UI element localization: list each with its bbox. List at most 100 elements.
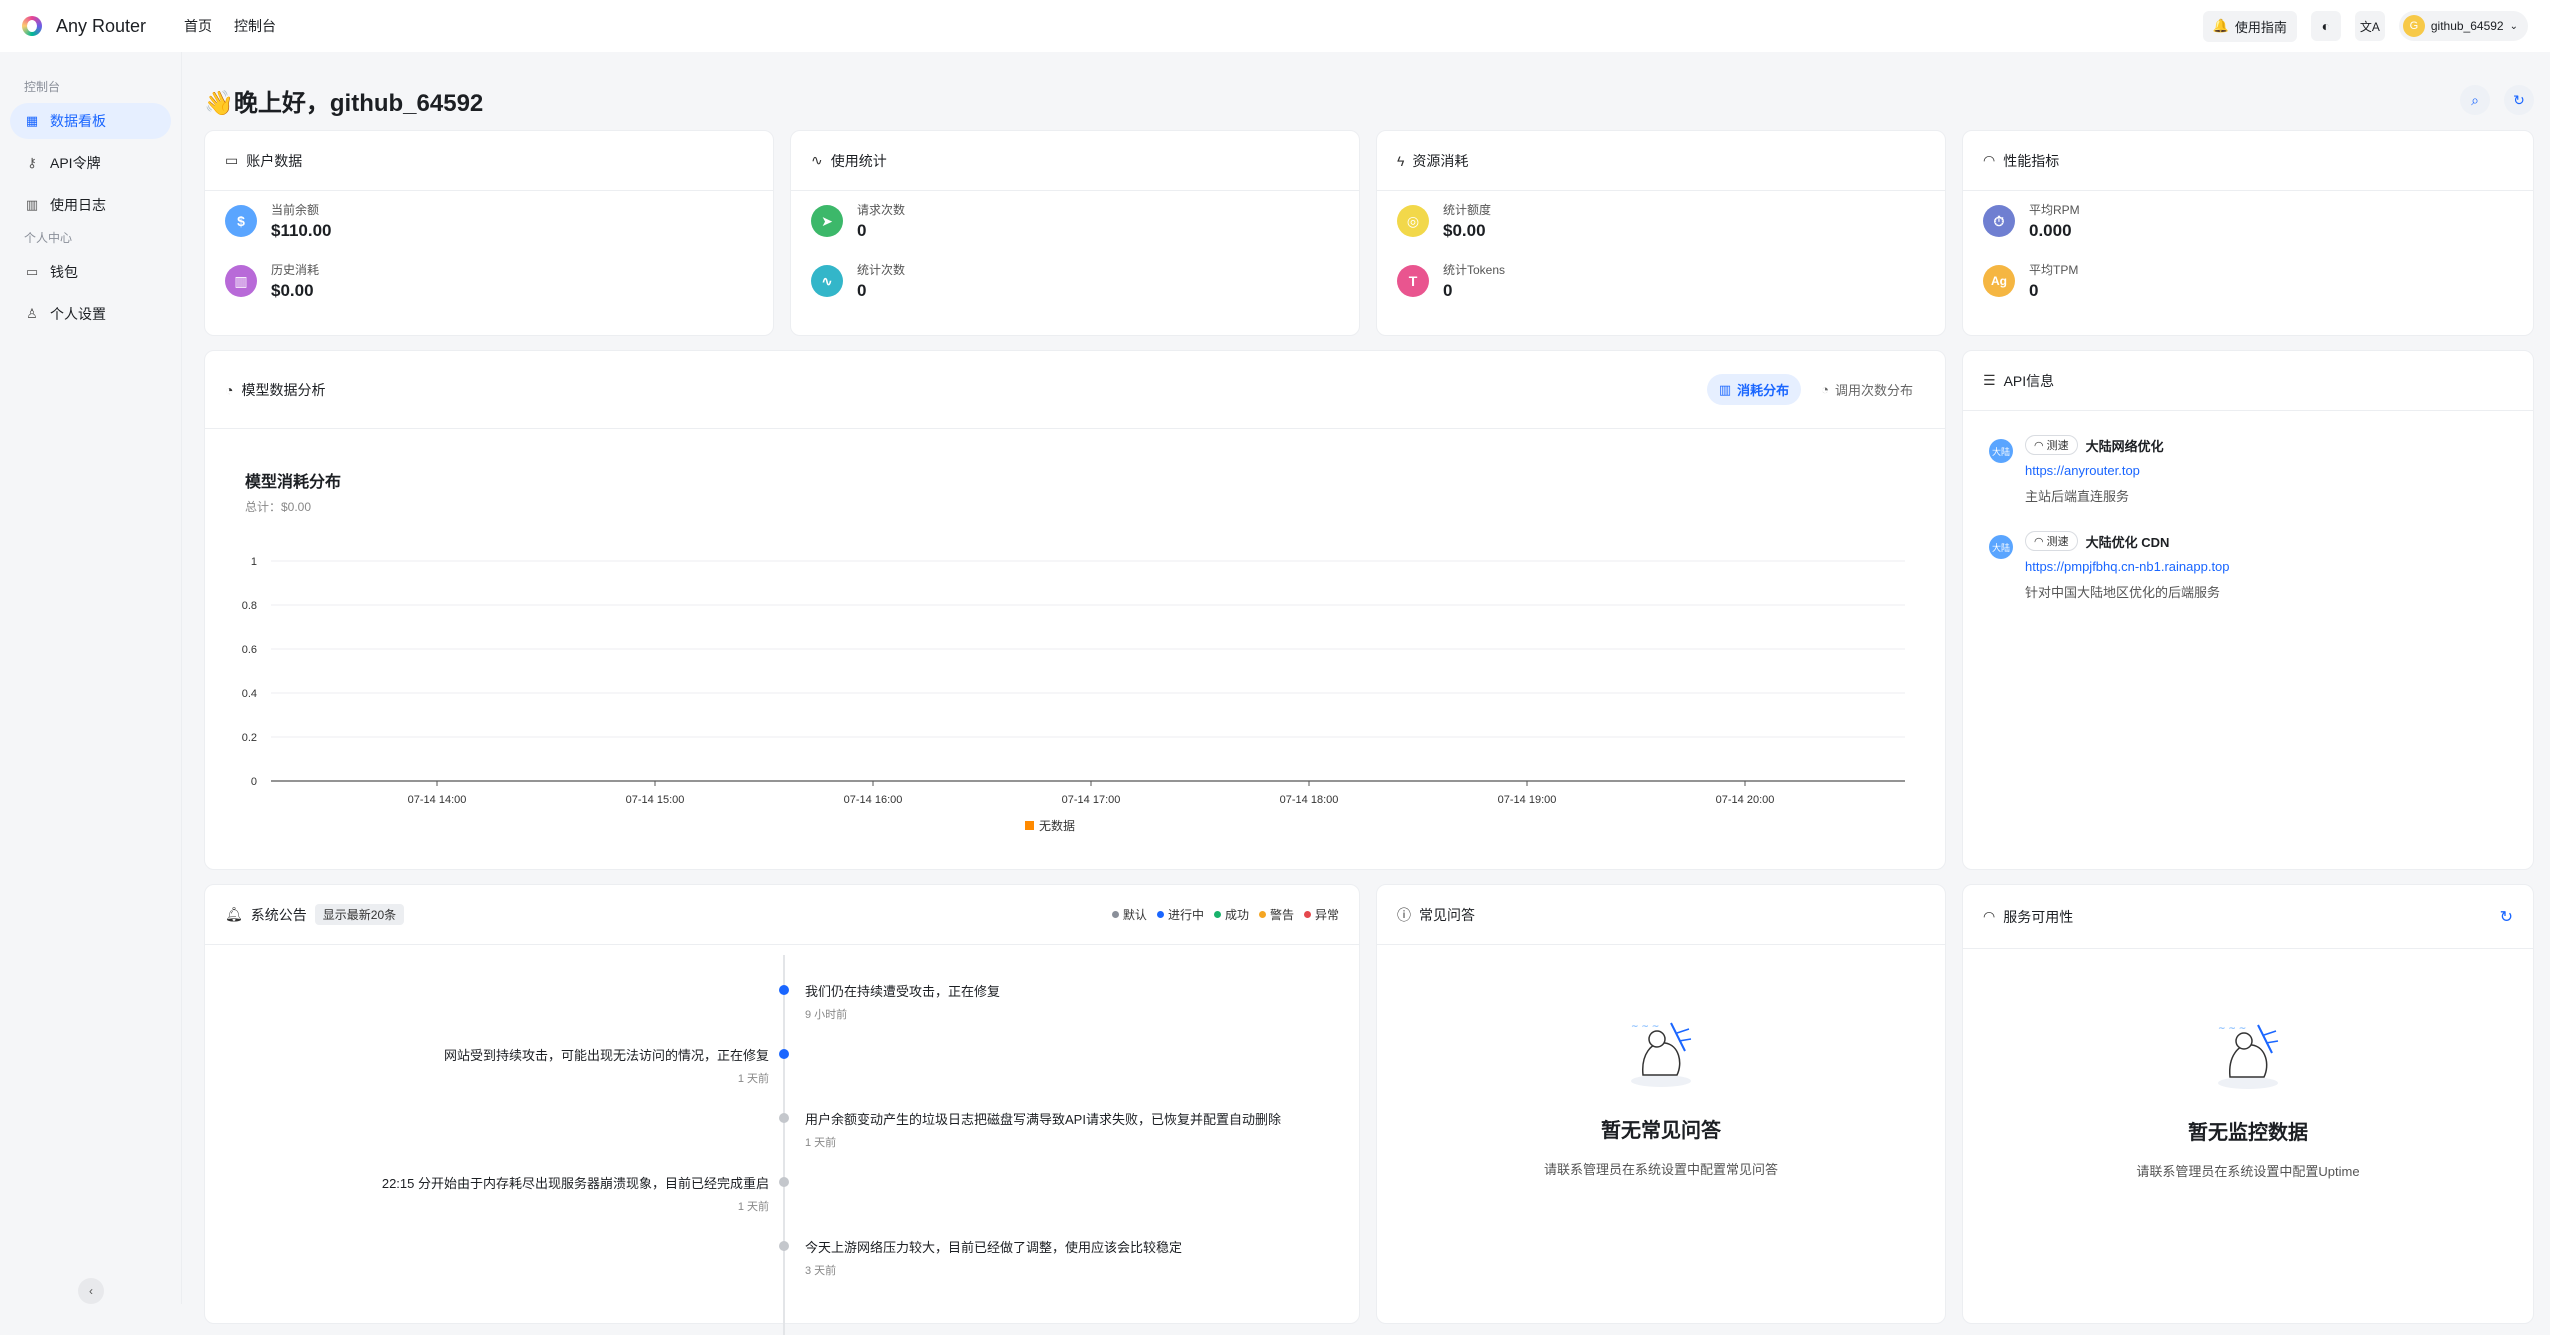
key-icon: ⚷ bbox=[27, 155, 37, 170]
chart-legend: 无数据 bbox=[1025, 818, 1075, 833]
refresh-button[interactable]: ↻ bbox=[2504, 85, 2534, 115]
legend-label: 无数据 bbox=[1039, 818, 1075, 833]
language-button[interactable]: 文A bbox=[2354, 11, 2385, 41]
sidebar-item-label: 数据看板 bbox=[50, 113, 106, 129]
chart-subtitle: 总计：$0.00 bbox=[245, 500, 311, 514]
stat-tpm: Ag 平均TPM 0 bbox=[1963, 251, 2533, 311]
stat-requests: ➤ 请求次数 0 bbox=[791, 191, 1359, 251]
api-info-card: ☰ API信息 大陆 ◠ 测速 大陆网络优化 https://anyrouter.… bbox=[1962, 350, 2534, 870]
timeline-dot bbox=[779, 1177, 789, 1187]
sidebar-item-label: 使用日志 bbox=[50, 197, 106, 213]
user-icon: ♙ bbox=[26, 306, 38, 321]
main-content: 👋晚上好，github_64592 ⌕ ↻ ▭ 账户数据 $ 当前余额 $110.… bbox=[204, 52, 2534, 1335]
text-icon: T bbox=[1397, 265, 1429, 297]
top-nav: 首页 控制台 bbox=[184, 16, 276, 36]
greeting-title: 👋晚上好，github_64592 bbox=[204, 89, 484, 117]
sidebar-collapse-button[interactable]: ‹ bbox=[78, 1278, 104, 1304]
stopwatch-icon: ⏱ bbox=[1983, 205, 2015, 237]
theme-icon: ◐ bbox=[2321, 18, 2331, 34]
nav-home-link[interactable]: 首页 bbox=[184, 16, 212, 36]
chevron-left-icon: ‹ bbox=[89, 1284, 93, 1298]
guide-button[interactable]: 🔔 使用指南 bbox=[2202, 10, 2297, 42]
card-header: ◔ 模型数据分析 ▥ 消耗分布 ◔ 调用次数分布 bbox=[205, 351, 1945, 429]
x-tick-label: 07-14 20:00 bbox=[1716, 794, 1775, 806]
notice-item: 用户余额变动产生的垃圾日志把磁盘写满导致API请求失败，已恢复并配置自动删除 1… bbox=[805, 1109, 1281, 1150]
stat-value: 0 bbox=[857, 281, 867, 300]
gauge-icon: ◠ bbox=[2034, 535, 2044, 548]
stat-value: 0 bbox=[857, 221, 867, 240]
card-header: ▭ 账户数据 bbox=[205, 131, 773, 191]
legend-in-progress: 进行中 bbox=[1156, 906, 1204, 923]
empty-title: 暂无常见问答 bbox=[1601, 1120, 1721, 1142]
y-tick-label: 0.2 bbox=[242, 732, 257, 744]
sidebar-section-console: 控制台 bbox=[24, 80, 61, 94]
nav-console-link[interactable]: 控制台 bbox=[234, 16, 276, 36]
legend-success: 成功 bbox=[1213, 906, 1249, 923]
legend-swatch bbox=[1025, 821, 1034, 830]
card-header: ◠ 性能指标 bbox=[1963, 131, 2533, 191]
notice-text: 22:15 分开始由于内存耗尽出现服务器崩溃现象，目前已经完成重启 bbox=[381, 1176, 769, 1191]
api-description: 针对中国大陆地区优化的后端服务 bbox=[2025, 585, 2221, 600]
card-header: ◠ 服务可用性 ↻ bbox=[1963, 885, 2533, 949]
api-url-link[interactable]: https://pmpjfbhq.cn-nb1.rainapp.top bbox=[2025, 559, 2230, 574]
empty-description: 请联系管理员在系统设置中配置Uptime bbox=[2136, 1164, 2360, 1179]
sidebar-item-dashboard[interactable]: ▦ 数据看板 bbox=[10, 103, 171, 139]
card-title: API信息 bbox=[2003, 372, 2055, 389]
timeline-line bbox=[783, 955, 785, 1335]
card-header: ϟ 资源消耗 bbox=[1377, 131, 1945, 191]
speed-test-button[interactable]: ◠ 测速 bbox=[2025, 435, 2078, 455]
legend-label: 进行中 bbox=[1167, 908, 1204, 922]
notice-text: 网站受到持续攻击，可能出现无法访问的情况，正在修复 bbox=[443, 1048, 769, 1063]
chevron-down-icon: ⌄ bbox=[2509, 20, 2518, 32]
account-data-card: ▭ 账户数据 $ 当前余额 $110.00 ▥ 历史消耗 $0.00 bbox=[204, 130, 774, 336]
api-item: 大陆 ◠ 测速 大陆网络优化 https://anyrouter.top 主站后端… bbox=[1963, 435, 2533, 505]
send-icon: ➤ bbox=[811, 205, 843, 237]
stat-label: 平均RPM bbox=[2029, 203, 2080, 217]
model-analysis-card: ◔ 模型数据分析 ▥ 消耗分布 ◔ 调用次数分布 模型消耗分布 总计：$0.00… bbox=[204, 350, 1946, 870]
legend-label: 成功 bbox=[1224, 908, 1249, 922]
timeline-dot bbox=[779, 985, 789, 995]
y-tick-label: 0.6 bbox=[242, 644, 257, 656]
api-url-link[interactable]: https://anyrouter.top bbox=[2025, 463, 2164, 478]
speed-test-button[interactable]: ◠ 测速 bbox=[2025, 531, 2078, 551]
app-name: Any Router bbox=[56, 15, 147, 36]
sidebar-item-wallet[interactable]: ▭ 钱包 bbox=[10, 254, 171, 290]
stat-value: 0 bbox=[1443, 281, 1453, 300]
speed-test-label: 测速 bbox=[2046, 536, 2069, 548]
y-tick-label: 0.4 bbox=[242, 688, 257, 700]
stat-history-spent: ▥ 历史消耗 $0.00 bbox=[205, 251, 773, 311]
stat-label: 当前余额 bbox=[271, 203, 320, 217]
sidebar-item-settings[interactable]: ♙ 个人设置 bbox=[10, 296, 171, 332]
card-title: 常见问答 bbox=[1419, 906, 1475, 923]
gauge-icon: ◠ bbox=[1983, 908, 1996, 924]
theme-toggle-button[interactable]: ◐ bbox=[2310, 11, 2341, 41]
chart-tabs: ▥ 消耗分布 ◔ 调用次数分布 bbox=[1706, 374, 1925, 405]
tab-call-count[interactable]: ◔ 调用次数分布 bbox=[1809, 374, 1925, 405]
stat-quota: ◎ 统计额度 $0.00 bbox=[1377, 191, 1945, 251]
brand[interactable]: Any Router bbox=[22, 16, 146, 37]
question-icon: ⓘ bbox=[1397, 906, 1411, 923]
legend-label: 异常 bbox=[1314, 908, 1339, 922]
stat-value: 0.000 bbox=[2029, 221, 2072, 240]
empty-illustration-icon: ~ ~ ~ bbox=[2218, 1024, 2279, 1089]
empty-title: 暂无监控数据 bbox=[2188, 1122, 2308, 1144]
y-tick-label: 0 bbox=[251, 776, 257, 788]
refresh-icon[interactable]: ↻ bbox=[2500, 907, 2513, 927]
sidebar-item-usage-log[interactable]: ▥ 使用日志 bbox=[10, 187, 171, 223]
stat-label: 请求次数 bbox=[857, 203, 906, 217]
x-tick-label: 07-14 18:00 bbox=[1280, 794, 1339, 806]
sidebar-item-api-token[interactable]: ⚷ API令牌 bbox=[10, 145, 171, 181]
search-button[interactable]: ⌕ bbox=[2460, 85, 2490, 115]
notice-text: 用户余额变动产生的垃圾日志把磁盘写满导致API请求失败，已恢复并配置自动删除 bbox=[805, 1112, 1281, 1127]
card-header: 🔔︎ 系统公告 显示最新20条 默认 进行中 成功 警告 异常 bbox=[205, 885, 1359, 945]
card-title: 性能指标 bbox=[2003, 152, 2060, 169]
user-menu-button[interactable]: G github_64592 ⌄ bbox=[2398, 11, 2528, 41]
avatar: G bbox=[2402, 15, 2425, 37]
tab-consumption[interactable]: ▥ 消耗分布 bbox=[1706, 374, 1802, 405]
card-title: 资源消耗 bbox=[1412, 152, 1469, 169]
sidebar-item-label: 个人设置 bbox=[50, 306, 106, 322]
bolt-icon: ϟ bbox=[1397, 152, 1405, 169]
sidebar-section-personal: 个人中心 bbox=[24, 231, 73, 245]
logo-icon bbox=[22, 16, 42, 36]
card-title: 使用统计 bbox=[830, 152, 887, 169]
